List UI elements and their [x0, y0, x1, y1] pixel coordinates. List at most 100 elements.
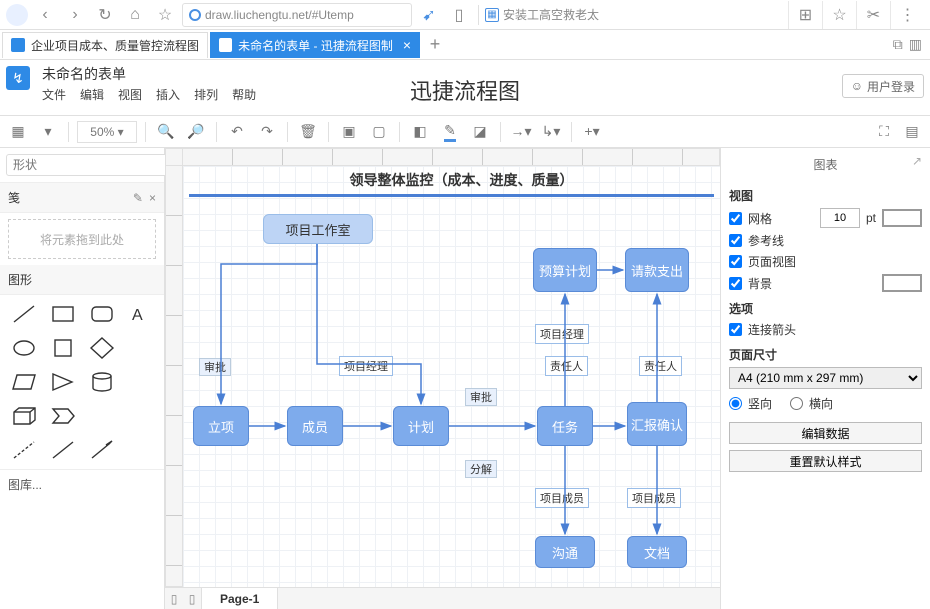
arrows-checkbox[interactable]	[729, 323, 742, 336]
menu-edit[interactable]: 编辑	[80, 86, 104, 103]
zoom-select[interactable]: 50% ▾	[77, 121, 137, 143]
menu-arrange[interactable]: 排列	[194, 86, 218, 103]
label-zeren2[interactable]: 责任人	[639, 356, 682, 376]
node-wendang[interactable]: 文档	[627, 536, 687, 568]
zoom-out-icon[interactable]: 🔎	[184, 120, 208, 144]
shape-parallelogram[interactable]	[6, 367, 41, 397]
node-huibao[interactable]: 汇报确认	[627, 402, 687, 446]
edit-icon[interactable]: ✎	[133, 191, 143, 205]
clipboard-drop-zone[interactable]: 将元素拖到此处	[8, 219, 156, 259]
grid-size-input[interactable]	[820, 208, 860, 228]
zoom-in-icon[interactable]: 🔍	[154, 120, 178, 144]
more-shapes-button[interactable]: 图库...	[0, 469, 164, 499]
reload-icon[interactable]: ↻	[92, 2, 118, 28]
shape-roundrect[interactable]	[84, 299, 119, 329]
panel-toggle-icon[interactable]: ▤	[900, 120, 924, 144]
menu-file[interactable]: 文件	[42, 86, 66, 103]
bookmark-icon[interactable]: ▯	[446, 2, 472, 28]
page-prev-icon[interactable]: ▯	[165, 592, 183, 606]
shape-blank2[interactable]	[123, 367, 158, 397]
node-lixiang[interactable]: 立项	[193, 406, 249, 446]
node-qingkuan[interactable]: 请款支出	[625, 248, 689, 292]
rocket-icon[interactable]: ➹	[416, 2, 442, 28]
orient-portrait-radio[interactable]	[729, 397, 742, 410]
label-fenjie[interactable]: 分解	[465, 460, 497, 478]
kebab-menu-icon[interactable]: ⋮	[890, 1, 924, 29]
login-button[interactable]: ☺ 用户登录	[842, 74, 924, 98]
label-shenpi2[interactable]: 审批	[465, 388, 497, 406]
pagesize-select[interactable]: A4 (210 mm x 297 mm)	[729, 367, 922, 389]
shape-blank[interactable]	[123, 333, 158, 363]
panel-menu-icon[interactable]: ↗	[912, 154, 922, 168]
add-icon[interactable]: +▾	[580, 120, 604, 144]
shape-arrow-line[interactable]	[84, 435, 119, 465]
page-next-icon[interactable]: ▯	[183, 592, 201, 606]
new-tab-button[interactable]: +	[422, 32, 448, 58]
grid-toggle-icon[interactable]: ▦	[6, 120, 30, 144]
shape-blank4[interactable]	[123, 401, 158, 431]
shape-square[interactable]	[45, 333, 80, 363]
shape-step[interactable]	[45, 401, 80, 431]
shape-blank5[interactable]	[123, 435, 158, 465]
edit-data-button[interactable]: 编辑数据	[729, 422, 922, 444]
shape-rect[interactable]	[45, 299, 80, 329]
node-workshop[interactable]: 项目工作室	[263, 214, 373, 244]
shape-cube[interactable]	[6, 401, 41, 431]
label-pm2[interactable]: 项目经理	[535, 324, 589, 344]
connector-straight-icon[interactable]: →▾	[509, 120, 533, 144]
delete-icon[interactable]: 🗑	[296, 120, 320, 144]
ruler-vertical[interactable]	[165, 166, 183, 587]
shape-line[interactable]	[6, 299, 41, 329]
background-checkbox[interactable]	[729, 277, 742, 290]
ruler-horizontal[interactable]	[183, 148, 720, 166]
shape-solid-line[interactable]	[45, 435, 80, 465]
send-back-icon[interactable]: ▢	[367, 120, 391, 144]
clipboard-section-header[interactable]: 笺 ✎ ×	[0, 183, 164, 213]
star-menu-icon[interactable]: ☆	[822, 1, 856, 29]
diagram-title[interactable]: 领导整体监控（成本、进度、质量）	[213, 170, 710, 190]
grid-menu-icon[interactable]: ⊞	[788, 1, 822, 29]
tab-close-icon[interactable]: ×	[403, 37, 411, 53]
side-link[interactable]: 安装工高空救老太	[503, 6, 599, 23]
document-title[interactable]: 未命名的表单	[36, 60, 256, 86]
browser-tab-0[interactable]: 企业项目成本、质量管控流程图	[2, 32, 208, 58]
grid-color-swatch[interactable]	[882, 209, 922, 227]
nav-forward-icon[interactable]: ›	[62, 2, 88, 28]
shape-blank3[interactable]	[84, 401, 119, 431]
shape-ellipse[interactable]	[6, 333, 41, 363]
redo-icon[interactable]: ↷	[255, 120, 279, 144]
node-yusuan[interactable]: 预算计划	[533, 248, 597, 292]
pin-icon[interactable]: ▥	[909, 36, 922, 53]
fullscreen-icon[interactable]: ⛶	[872, 120, 896, 144]
shape-search-input[interactable]	[6, 154, 175, 176]
node-goutong[interactable]: 沟通	[535, 536, 595, 568]
grid-dropdown-icon[interactable]: ▾	[36, 120, 60, 144]
orient-landscape-radio[interactable]	[790, 397, 803, 410]
send-front-icon[interactable]: ▣	[337, 120, 361, 144]
undo-icon[interactable]: ↶	[225, 120, 249, 144]
pageview-checkbox[interactable]	[729, 255, 742, 268]
line-color-icon[interactable]: ✎	[438, 120, 462, 144]
restore-icon[interactable]: ⧉	[893, 36, 903, 53]
connector-elbow-icon[interactable]: ↳▾	[539, 120, 563, 144]
shape-diamond[interactable]	[84, 333, 119, 363]
menu-help[interactable]: 帮助	[232, 86, 256, 103]
shadow-icon[interactable]: ◪	[468, 120, 492, 144]
page-tab-1[interactable]: Page-1	[201, 588, 278, 609]
home-icon[interactable]: ⌂	[122, 2, 148, 28]
node-jihua[interactable]: 计划	[393, 406, 449, 446]
shape-triangle[interactable]	[45, 367, 80, 397]
guides-checkbox[interactable]	[729, 234, 742, 247]
node-renwu[interactable]: 任务	[537, 406, 593, 446]
background-color-swatch[interactable]	[882, 274, 922, 292]
scissors-icon[interactable]: ✂	[856, 1, 890, 29]
grid-checkbox[interactable]	[729, 212, 742, 225]
menu-view[interactable]: 视图	[118, 86, 142, 103]
browser-tab-1[interactable]: 未命名的表单 - 迅捷流程图制 ×	[210, 32, 420, 58]
label-chengyuan1[interactable]: 项目成员	[535, 488, 589, 508]
close-icon[interactable]: ×	[149, 191, 156, 205]
nav-back-icon[interactable]: ‹	[32, 2, 58, 28]
shape-dashed[interactable]	[6, 435, 41, 465]
url-bar[interactable]: draw.liuchengtu.net/#Utemp	[182, 3, 412, 27]
menu-insert[interactable]: 插入	[156, 86, 180, 103]
